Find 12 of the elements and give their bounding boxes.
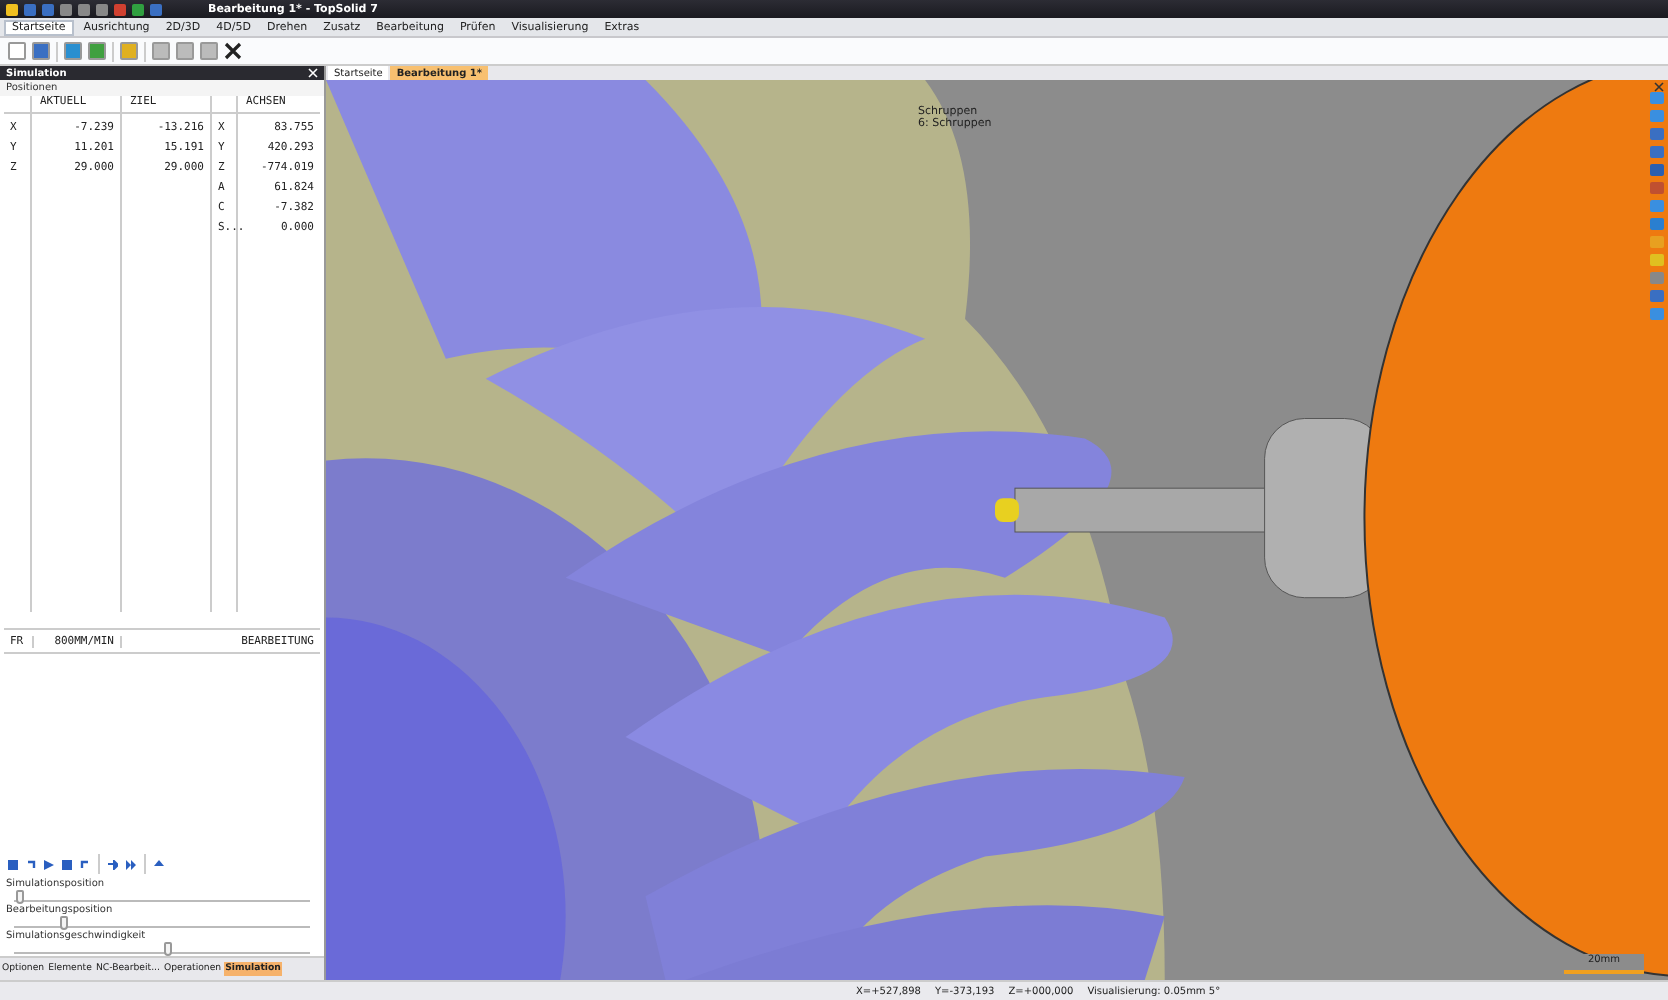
slider-track[interactable] xyxy=(14,890,310,904)
delete-icon[interactable] xyxy=(224,42,242,60)
slider-thumb[interactable] xyxy=(15,890,24,904)
up-arrow-icon[interactable] xyxy=(154,859,164,869)
stop-icon[interactable] xyxy=(62,859,72,869)
slider-thumb[interactable] xyxy=(60,916,69,930)
stop-icon[interactable] xyxy=(8,859,18,869)
play-icon[interactable] xyxy=(44,859,54,869)
fast-forward-icon[interactable] xyxy=(126,859,136,869)
step-icon[interactable] xyxy=(108,859,118,869)
slider-track[interactable] xyxy=(14,916,310,930)
slider-track[interactable] xyxy=(14,942,310,956)
